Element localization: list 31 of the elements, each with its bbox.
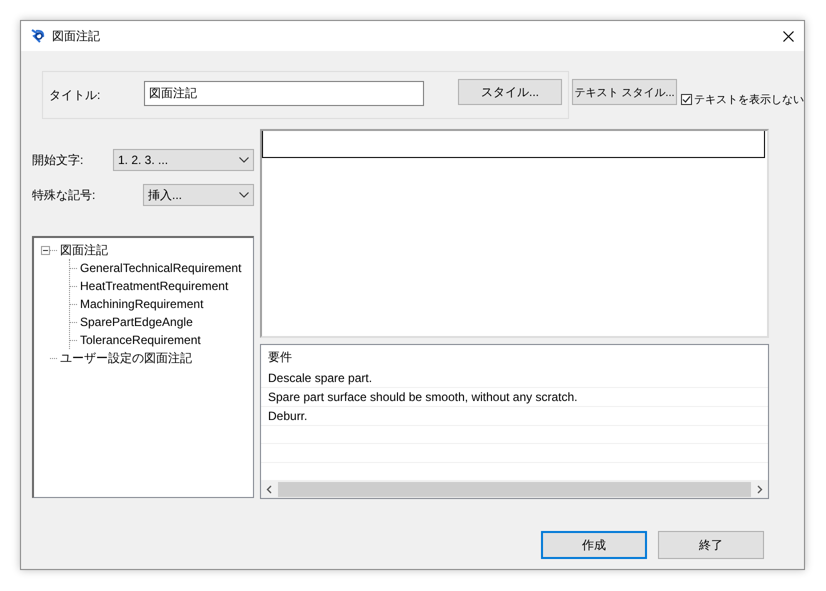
tree-item[interactable]: SparePartEdgeAngle <box>78 315 195 329</box>
chevron-down-icon <box>239 192 249 198</box>
window-title: 図面注記 <box>52 28 100 44</box>
tree-item[interactable]: GeneralTechnicalRequirement <box>78 261 244 275</box>
exit-button[interactable]: 終了 <box>658 531 764 559</box>
chevron-down-icon <box>239 157 249 163</box>
field-label: 開始文字: <box>32 152 84 168</box>
tree-item[interactable]: ユーザー設定の図面注記 <box>58 350 194 366</box>
horizontal-scrollbar[interactable] <box>261 481 768 498</box>
column-header: 要件 <box>267 349 293 366</box>
list-row[interactable]: Spare part surface should be smooth, without any scratch. <box>261 388 768 408</box>
close-icon[interactable] <box>783 30 794 42</box>
create-button[interactable]: 作成 <box>541 531 647 559</box>
checkbox-label: テキストを表示しない <box>694 93 804 107</box>
list-row[interactable]: Descale spare part. <box>261 369 768 388</box>
style-button[interactable]: スタイル... <box>458 79 562 105</box>
field-label: タイトル: <box>49 86 102 104</box>
collapse-icon[interactable] <box>41 246 50 254</box>
text-style-button[interactable]: テキスト スタイル... <box>572 79 677 105</box>
title-field[interactable]: 図面注記 <box>144 80 424 106</box>
checkbox[interactable] <box>681 94 692 105</box>
app-icon <box>30 28 46 44</box>
tree-item[interactable]: ToleranceRequirement <box>78 333 203 347</box>
list-row[interactable]: Deburr. <box>261 407 768 426</box>
tree-item[interactable]: HeatTreatmentRequirement <box>78 279 230 293</box>
text-line-field[interactable] <box>262 131 765 158</box>
dropdown[interactable]: 1. 2. 3. ... <box>113 149 254 171</box>
dropdown[interactable]: 挿入... <box>143 184 254 206</box>
field-label: 特殊な記号: <box>32 186 96 204</box>
tree-item[interactable]: MachiningRequirement <box>78 297 206 311</box>
tree-item[interactable]: 図面注記 <box>58 242 110 258</box>
